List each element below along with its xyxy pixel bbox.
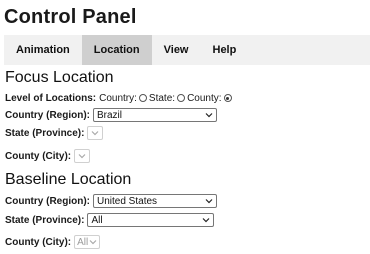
- radio-state-label: State:: [148, 92, 176, 104]
- focus-state-select[interactable]: [87, 126, 104, 140]
- focus-state-label: State (Province):: [5, 127, 85, 139]
- focus-location-heading: Focus Location: [5, 69, 114, 86]
- baseline-county-value: All: [77, 236, 89, 248]
- level-of-locations-label: Level of Locations:: [5, 92, 97, 104]
- baseline-county-select[interactable]: All: [74, 235, 101, 249]
- level-of-locations-row: Level of Locations: Country: State: Coun…: [5, 89, 234, 107]
- baseline-country-value: United States: [97, 195, 158, 207]
- baseline-state-value: All: [91, 214, 103, 226]
- focus-country-select[interactable]: Brazil: [93, 108, 217, 122]
- baseline-state-row: State (Province): All: [5, 211, 215, 229]
- radio-county[interactable]: [223, 94, 232, 102]
- app-title: Control Panel: [4, 6, 137, 28]
- chevron-down-icon: [78, 152, 86, 160]
- baseline-location-heading: Baseline Location: [5, 171, 132, 188]
- focus-county-select[interactable]: [74, 149, 91, 163]
- chevron-down-icon: [202, 216, 210, 224]
- tab-animation[interactable]: Animation: [4, 35, 82, 65]
- chevron-down-icon: [91, 129, 99, 137]
- chevron-down-icon: [205, 111, 213, 119]
- radio-country[interactable]: [138, 94, 147, 102]
- focus-county-row: County (City):: [5, 147, 91, 165]
- baseline-country-select[interactable]: United States: [93, 194, 217, 208]
- focus-country-row: Country (Region): Brazil: [5, 106, 217, 124]
- focus-country-value: Brazil: [97, 109, 123, 121]
- baseline-county-label: County (City):: [5, 236, 72, 248]
- focus-country-label: Country (Region):: [5, 109, 90, 121]
- chevron-down-icon: [205, 197, 213, 205]
- focus-state-row: State (Province):: [5, 124, 104, 142]
- radio-country-label: Country:: [99, 92, 137, 104]
- baseline-country-row: Country (Region): United States: [5, 192, 217, 210]
- baseline-state-select[interactable]: All: [87, 213, 215, 227]
- baseline-country-label: Country (Region):: [5, 195, 90, 207]
- baseline-state-label: State (Province):: [5, 214, 85, 226]
- radio-state[interactable]: [177, 94, 186, 102]
- focus-county-label: County (City):: [5, 150, 72, 162]
- chevron-down-icon: [89, 238, 97, 246]
- tab-help[interactable]: Help: [201, 35, 249, 65]
- tab-location[interactable]: Location: [81, 35, 152, 65]
- radio-county-label: County:: [187, 92, 222, 104]
- tab-view[interactable]: View: [152, 35, 201, 65]
- baseline-county-row: County (City): All: [5, 233, 101, 251]
- menu-tabbar: Animation Location View Help: [4, 35, 370, 65]
